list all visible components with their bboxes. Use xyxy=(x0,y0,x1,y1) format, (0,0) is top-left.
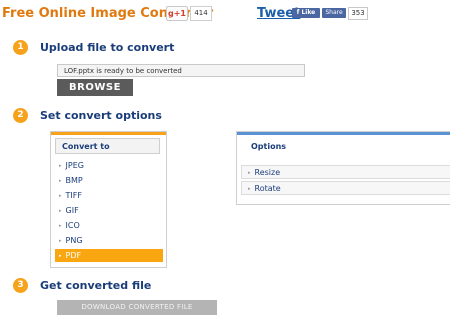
format-option-ico[interactable]: ▸ ICO xyxy=(55,219,163,232)
bullet-arrow-icon: ▸ xyxy=(59,208,62,214)
format-option-png[interactable]: ▸ PNG xyxy=(55,234,163,247)
options-panel: Options ▸ Resize ▸ Rotate xyxy=(236,131,450,205)
facebook-like-button[interactable]: f Like xyxy=(292,8,320,18)
bullet-arrow-icon: ▸ xyxy=(59,163,62,169)
bullet-arrow-icon: ▸ xyxy=(248,170,251,176)
google-plus-count: 414 xyxy=(190,6,212,21)
step-1-label: Upload file to convert xyxy=(40,41,175,54)
option-label: Resize xyxy=(254,168,281,177)
step-2-badge: 2 xyxy=(13,108,28,123)
bullet-arrow-icon: ▸ xyxy=(248,186,251,192)
format-label: PNG xyxy=(65,236,83,245)
convert-to-header: Convert to xyxy=(55,138,160,154)
option-rotate[interactable]: ▸ Rotate xyxy=(241,181,450,195)
format-label: JPEG xyxy=(65,161,84,170)
format-option-jpeg[interactable]: ▸ JPEG xyxy=(55,159,163,172)
bullet-arrow-icon: ▸ xyxy=(59,253,62,259)
convert-panel-accent-bar xyxy=(51,132,166,135)
step-3-badge: 3 xyxy=(13,278,28,293)
format-label: BMP xyxy=(65,176,83,185)
bullet-arrow-icon: ▸ xyxy=(59,178,62,184)
browse-button[interactable]: BROWSE xyxy=(57,79,133,96)
format-label: ICO xyxy=(65,221,80,230)
facebook-like-label: Like xyxy=(301,9,316,16)
format-label: PDF xyxy=(65,251,82,260)
upload-status: LOF.pptx is ready to be converted xyxy=(57,64,305,77)
google-plus-button[interactable]: g+1 xyxy=(166,6,188,21)
convert-to-panel: Convert to ▸ JPEG ▸ BMP ▸ TIFF ▸ GIF ▸ ICO ▸ P… xyxy=(50,131,167,268)
options-header: Options xyxy=(251,142,287,151)
step-2-label: Set convert options xyxy=(40,109,162,122)
format-option-pdf[interactable]: ▸ PDF xyxy=(55,249,163,262)
step-3-label: Get converted file xyxy=(40,279,152,292)
format-option-gif[interactable]: ▸ GIF xyxy=(55,204,163,217)
download-button[interactable]: DOWNLOAD CONVERTED FILE xyxy=(57,300,217,315)
bullet-arrow-icon: ▸ xyxy=(59,193,62,199)
facebook-share-button[interactable]: Share xyxy=(322,8,346,18)
option-label: Rotate xyxy=(254,184,281,193)
format-option-tiff[interactable]: ▸ TIFF xyxy=(55,189,163,202)
bullet-arrow-icon: ▸ xyxy=(59,223,62,229)
format-label: TIFF xyxy=(65,191,82,200)
facebook-share-count: 353 xyxy=(348,7,368,20)
option-resize[interactable]: ▸ Resize xyxy=(241,165,450,179)
options-panel-accent-bar xyxy=(237,132,450,135)
format-option-bmp[interactable]: ▸ BMP xyxy=(55,174,163,187)
format-label: GIF xyxy=(65,206,79,215)
bullet-arrow-icon: ▸ xyxy=(59,238,62,244)
step-1-badge: 1 xyxy=(13,40,28,55)
